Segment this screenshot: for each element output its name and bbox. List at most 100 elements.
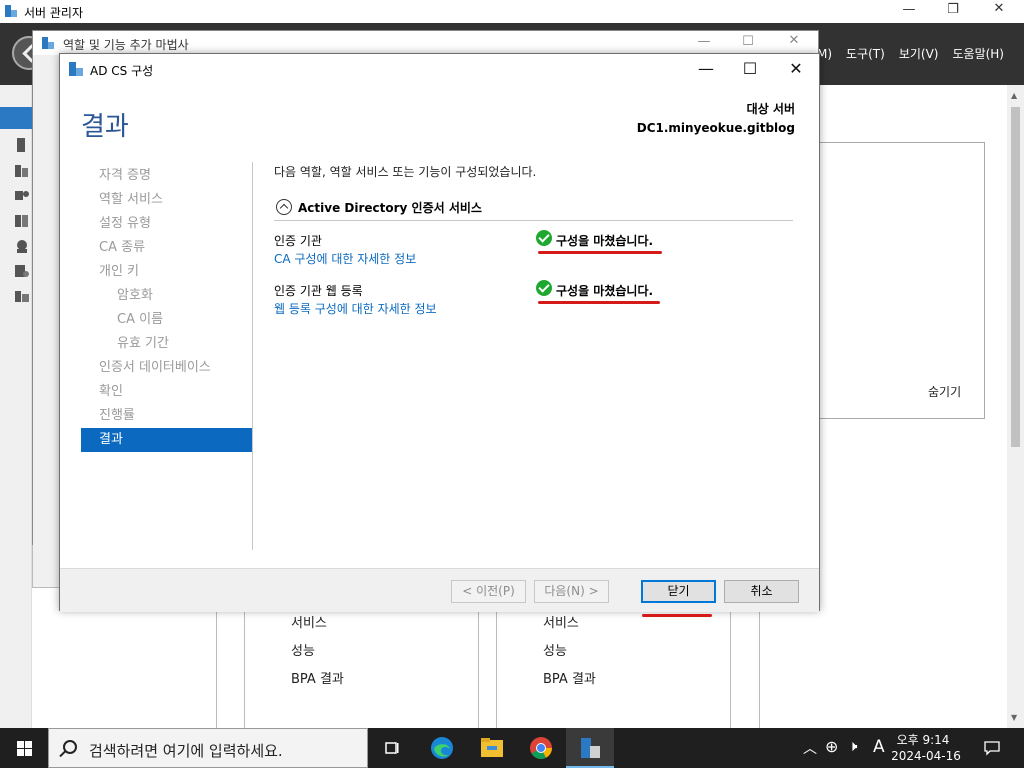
notification-icon[interactable] — [984, 740, 1000, 756]
tile-performance-link[interactable]: 성능 — [543, 640, 567, 659]
next-button[interactable]: 다음(N) > — [534, 580, 609, 603]
chrome-app[interactable] — [517, 728, 565, 768]
dns-icon[interactable] — [14, 238, 30, 254]
wizard-icon — [42, 37, 54, 49]
step-validity-period[interactable]: 유효 기간 — [81, 332, 252, 356]
step-progress[interactable]: 진행률 — [81, 404, 252, 428]
tile-services-link[interactable]: 서비스 — [543, 612, 579, 631]
success-check-icon — [536, 230, 552, 246]
wizard-title: 역할 및 기능 추가 마법사 — [63, 38, 189, 52]
dialog-titlebar: AD CS 구성 — ☐ ✕ — [60, 54, 819, 84]
wizard-maximize-icon[interactable]: ☐ — [725, 34, 771, 49]
role-service-name: 인증 기관 웹 등록 — [274, 284, 363, 298]
ad-ds-icon[interactable] — [14, 188, 30, 204]
all-servers-icon[interactable] — [14, 163, 30, 179]
server-tile: 서비스 성능 BPA 결과 — [496, 612, 731, 728]
ad-cs-icon[interactable] — [14, 213, 30, 229]
scroll-up-icon[interactable]: ▲ — [1011, 91, 1017, 100]
scroll-thumb[interactable] — [1011, 107, 1020, 447]
wizard-titlebar: 역할 및 기능 추가 마법사 — ☐ ✕ — [33, 31, 818, 55]
server-manager-title: 서버 관리자 — [24, 6, 84, 20]
start-button[interactable] — [0, 728, 48, 768]
tile-bpa-link[interactable]: BPA 결과 — [291, 668, 344, 687]
dialog-close-icon[interactable]: ✕ — [773, 59, 819, 78]
menu-tools[interactable]: 도구(T) — [846, 45, 885, 62]
ime-indicator[interactable]: A — [873, 737, 885, 757]
network-icon[interactable]: ⊕ — [825, 737, 838, 756]
target-server-name: DC1.minyeokue.gitblog — [636, 121, 795, 135]
previous-button[interactable]: < 이전(P) — [451, 580, 526, 603]
edge-app[interactable] — [418, 728, 466, 768]
task-view-button[interactable] — [368, 728, 416, 768]
minimize-icon[interactable]: — — [886, 2, 932, 17]
result-status: 구성을 마쳤습니다. — [556, 284, 654, 298]
target-server-label: 대상 서버 — [746, 102, 795, 116]
tile-services-link[interactable]: 서비스 — [291, 612, 327, 631]
dashboard-icon[interactable] — [0, 107, 32, 129]
search-icon — [63, 740, 77, 754]
server-manager-icon — [5, 5, 17, 17]
folder-icon — [481, 738, 503, 757]
server-manager-titlebar: 서버 관리자 — ❐ ✕ — [0, 0, 1024, 23]
server-manager-sidebar — [0, 85, 32, 728]
menu-view[interactable]: 보기(V) — [899, 45, 939, 62]
hide-link[interactable]: 숨기기 — [928, 383, 961, 400]
file-explorer-app[interactable] — [468, 728, 516, 768]
wizard-edge — [32, 545, 60, 588]
server-manager-app[interactable] — [566, 728, 614, 768]
taskbar: 검색하려면 여기에 입력하세요. ︿ ⊕ 🕨 A 오후 9:14 2024-04… — [0, 728, 1024, 768]
restore-icon[interactable]: ❐ — [930, 2, 976, 17]
collapse-icon[interactable] — [276, 199, 292, 215]
search-placeholder: 검색하려면 여기에 입력하세요. — [89, 742, 283, 760]
step-ca-name[interactable]: CA 이름 — [81, 308, 252, 332]
dialog-minimize-icon[interactable]: — — [683, 59, 729, 78]
windows-logo-icon — [17, 741, 32, 756]
annotation-underline — [642, 614, 712, 617]
step-cryptography[interactable]: 암호화 — [81, 284, 252, 308]
server-manager-scrollbar[interactable]: ▲ ▼ — [1007, 85, 1024, 728]
ad-cs-config-dialog: AD CS 구성 — ☐ ✕ 결과 대상 서버 DC1.minyeokue.gi… — [59, 53, 820, 617]
result-row: 인증 기관 CA 구성에 대한 자세한 정보 구성을 마쳤습니다. — [274, 230, 793, 272]
annotation-underline — [538, 301, 660, 304]
wizard-close-icon[interactable]: ✕ — [771, 33, 817, 48]
clock-time[interactable]: 오후 9:14 — [888, 731, 958, 748]
dialog-body: 결과 대상 서버 DC1.minyeokue.gitblog 자격 증명 역할 … — [60, 84, 819, 568]
step-certificate-database[interactable]: 인증서 데이터베이스 — [81, 356, 252, 380]
close-icon[interactable]: ✕ — [976, 1, 1022, 16]
details-link[interactable]: CA 구성에 대한 자세한 정보 — [274, 250, 416, 267]
close-button[interactable]: 닫기 — [641, 580, 716, 603]
step-ca-type[interactable]: CA 종류 — [81, 236, 252, 260]
step-results[interactable]: 결과 — [81, 428, 252, 452]
steps-divider — [252, 162, 253, 550]
step-role-services[interactable]: 역할 서비스 — [81, 188, 252, 212]
details-link[interactable]: 웹 등록 구성에 대한 자세한 정보 — [274, 300, 437, 317]
dialog-maximize-icon[interactable]: ☐ — [727, 59, 773, 78]
task-view-icon — [385, 742, 399, 754]
clock-date[interactable]: 2024-04-16 — [886, 749, 966, 763]
tile-bpa-link[interactable]: BPA 결과 — [543, 668, 596, 687]
storage-icon[interactable] — [14, 288, 30, 304]
step-setup-type[interactable]: 설정 유형 — [81, 212, 252, 236]
file-services-icon[interactable] — [14, 263, 30, 279]
tile-performance-link[interactable]: 성능 — [291, 640, 315, 659]
section-title: Active Directory 인증서 서비스 — [298, 201, 482, 215]
wizard-minimize-icon[interactable]: — — [681, 34, 727, 49]
server-manager-panel — [818, 142, 985, 419]
local-server-icon[interactable] — [14, 137, 30, 153]
server-manager-menu: 관리(M) 도구(T) 보기(V) 도움말(H) — [790, 45, 1004, 62]
wizard-steps: 자격 증명 역할 서비스 설정 유형 CA 종류 개인 키 암호화 CA 이름 … — [81, 164, 252, 452]
volume-muted-icon[interactable]: 🕨 — [848, 737, 857, 755]
taskbar-search[interactable]: 검색하려면 여기에 입력하세요. — [48, 728, 368, 768]
results-intro: 다음 역할, 역할 서비스 또는 기능이 구성되었습니다. — [274, 165, 537, 179]
ad-cs-config-icon — [69, 62, 83, 76]
step-credentials[interactable]: 자격 증명 — [81, 164, 252, 188]
menu-help[interactable]: 도움말(H) — [952, 45, 1004, 62]
chrome-icon — [530, 737, 552, 759]
step-confirmation[interactable]: 확인 — [81, 380, 252, 404]
chevron-up-icon[interactable]: ︿ — [803, 738, 817, 758]
scroll-down-icon[interactable]: ▼ — [1011, 713, 1017, 722]
cancel-button[interactable]: 취소 — [724, 580, 799, 603]
step-private-key[interactable]: 개인 키 — [81, 260, 252, 284]
section-header[interactable]: Active Directory 인증서 서비스 — [274, 195, 793, 221]
dialog-footer: < 이전(P) 다음(N) > 닫기 취소 — [60, 568, 819, 617]
